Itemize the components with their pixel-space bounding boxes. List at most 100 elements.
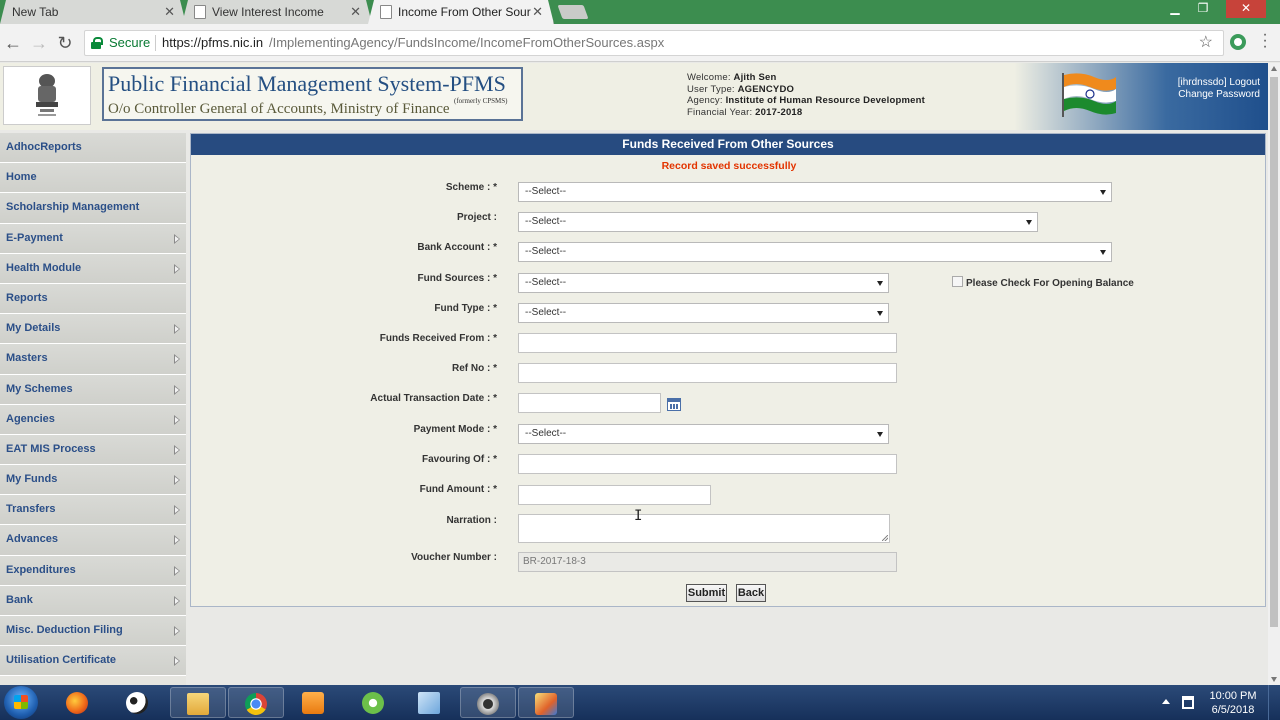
menu-item-my-details[interactable]: My Details: [0, 314, 186, 345]
india-flag-icon: [1062, 73, 1116, 117]
lock-icon: [91, 37, 103, 49]
clock-time: 10:00 PM: [1209, 690, 1257, 702]
clock-app[interactable]: [460, 687, 516, 718]
menu-item-adhocreports[interactable]: AdhocReports: [0, 133, 186, 164]
tab-label: Income From Other Sour: [398, 5, 531, 19]
tab-new-tab[interactable]: New Tab ✕: [0, 0, 186, 24]
favouring-of-input[interactable]: [518, 454, 897, 474]
panda-icon: [126, 692, 148, 714]
tab-view-interest-income[interactable]: View Interest Income ✕: [182, 0, 372, 24]
user-type-label: User Type:: [687, 83, 735, 95]
scroll-thumb[interactable]: [1270, 77, 1278, 627]
menu-item-my-schemes[interactable]: My Schemes: [0, 374, 186, 405]
formerly-note: (formerly CPSMS): [454, 97, 508, 105]
restore-icon[interactable]: ❐: [1190, 0, 1216, 18]
reload-icon[interactable]: ↻: [54, 32, 76, 54]
menu-item-home[interactable]: Home: [0, 163, 186, 194]
close-icon[interactable]: ✕: [532, 0, 543, 24]
menu-item-label: Home: [6, 171, 37, 184]
menu-item-advances[interactable]: Advances: [0, 525, 186, 556]
explorer-app[interactable]: [170, 687, 226, 718]
menu-item-utilisation-certificate[interactable]: Utilisation Certificate: [0, 646, 186, 677]
show-desktop-button[interactable]: [1268, 685, 1280, 720]
agency-value: Institute of Human Resource Development: [725, 95, 925, 106]
menu-item-agencies[interactable]: Agencies: [0, 404, 186, 435]
firefox-app[interactable]: [50, 687, 106, 718]
media-player-icon: [302, 692, 324, 714]
chevron-right-icon: [174, 595, 180, 606]
menu-item-label: AdhocReports: [6, 141, 82, 153]
chevron-right-icon: [174, 475, 180, 486]
account-links: [ihrdnssdo] Logout Change Password: [1178, 77, 1260, 101]
utorrent-app[interactable]: [346, 687, 402, 718]
new-tab-button[interactable]: [557, 5, 589, 19]
tab-income-from-other-sources[interactable]: Income From Other Sour ✕: [368, 0, 554, 24]
transaction-date-label: Actual Transaction Date : *: [370, 393, 497, 404]
close-window-icon[interactable]: ✕: [1226, 0, 1266, 18]
panda-app[interactable]: [110, 687, 166, 718]
network-icon[interactable]: [1182, 696, 1194, 709]
welcome-label: Welcome:: [687, 72, 731, 83]
fund-sources-select[interactable]: --Select--: [518, 273, 889, 293]
fund-type-select[interactable]: --Select--: [518, 303, 889, 323]
narration-label: Narration :: [446, 515, 497, 526]
scroll-up-icon[interactable]: [1271, 66, 1277, 71]
tray-expand-icon[interactable]: [1162, 699, 1170, 704]
national-emblem-logo: [3, 66, 91, 125]
user-info: Welcome: Ajith Sen User Type: AGENCYDO A…: [687, 72, 925, 118]
menu-item-my-funds[interactable]: My Funds: [0, 465, 186, 496]
menu-item-e-payment[interactable]: E-Payment: [0, 223, 186, 254]
bank-account-select[interactable]: --Select--: [518, 242, 1112, 262]
start-button[interactable]: [4, 686, 38, 719]
opening-balance-checkbox[interactable]: [952, 276, 963, 287]
extension-icon[interactable]: [1230, 34, 1246, 50]
forward-arrow-icon[interactable]: →: [28, 32, 50, 54]
browser-menu-icon[interactable]: · · ·: [1260, 27, 1270, 55]
menu-item-reports[interactable]: Reports: [0, 283, 186, 315]
panel-title: Funds Received From Other Sources: [191, 134, 1265, 155]
windows-taskbar: 10:00 PM 6/5/2018: [0, 685, 1280, 720]
address-bar[interactable]: Secure https://pfms.nic.in /Implementing…: [84, 30, 1224, 56]
menu-item-eat-mis-process[interactable]: EAT MIS Process: [0, 434, 186, 466]
scroll-down-icon[interactable]: [1271, 677, 1277, 682]
change-password-link[interactable]: Change Password: [1178, 89, 1260, 101]
document-app[interactable]: [402, 687, 458, 718]
close-icon[interactable]: ✕: [164, 0, 175, 24]
browser-tab-bar: New Tab ✕ View Interest Income ✕ Income …: [0, 0, 1280, 24]
close-icon[interactable]: ✕: [350, 0, 361, 24]
funds-received-from-input[interactable]: [518, 333, 897, 353]
calendar-icon[interactable]: [667, 398, 681, 411]
bookmark-star-icon[interactable]: ☆: [1199, 31, 1213, 55]
narration-textarea[interactable]: [518, 514, 890, 543]
chrome-app[interactable]: [228, 687, 284, 718]
transaction-date-input[interactable]: [518, 393, 661, 413]
page-scrollbar[interactable]: [1268, 63, 1280, 685]
clock-icon: [477, 693, 499, 715]
scheme-label: Scheme : *: [445, 182, 497, 193]
menu-item-label: Advances: [6, 533, 58, 546]
back-button[interactable]: Back: [736, 584, 766, 602]
menu-item-expenditures[interactable]: Expenditures: [0, 555, 186, 586]
back-arrow-icon[interactable]: ←: [2, 32, 24, 54]
logout-link[interactable]: Logout: [1229, 77, 1260, 88]
ref-no-input[interactable]: [518, 363, 897, 383]
payment-mode-select[interactable]: --Select--: [518, 424, 889, 444]
pfms-logo[interactable]: Public Financial Management System-PFMS …: [102, 67, 523, 121]
agency-label: Agency:: [687, 95, 723, 106]
menu-item-bank[interactable]: Bank: [0, 585, 186, 616]
media-player-app[interactable]: [286, 687, 342, 718]
chevron-right-icon: [174, 354, 180, 365]
menu-item-health-module[interactable]: Health Module: [0, 253, 186, 284]
project-select[interactable]: --Select--: [518, 212, 1038, 232]
menu-item-masters[interactable]: Masters: [0, 344, 186, 375]
minimize-icon[interactable]: ▁: [1162, 0, 1188, 18]
menu-item-scholarship-management[interactable]: Scholarship Management: [0, 193, 186, 224]
menu-item-transfers[interactable]: Transfers: [0, 495, 186, 526]
project-label: Project :: [456, 212, 497, 223]
menu-item-misc-deduction-filing[interactable]: Misc. Deduction Filing: [0, 616, 186, 647]
paint-app[interactable]: [518, 687, 574, 718]
scheme-select[interactable]: --Select--: [518, 182, 1112, 202]
system-clock[interactable]: 10:00 PM 6/5/2018: [1208, 689, 1258, 717]
fund-amount-input[interactable]: [518, 485, 711, 505]
submit-button[interactable]: Submit: [686, 584, 727, 602]
